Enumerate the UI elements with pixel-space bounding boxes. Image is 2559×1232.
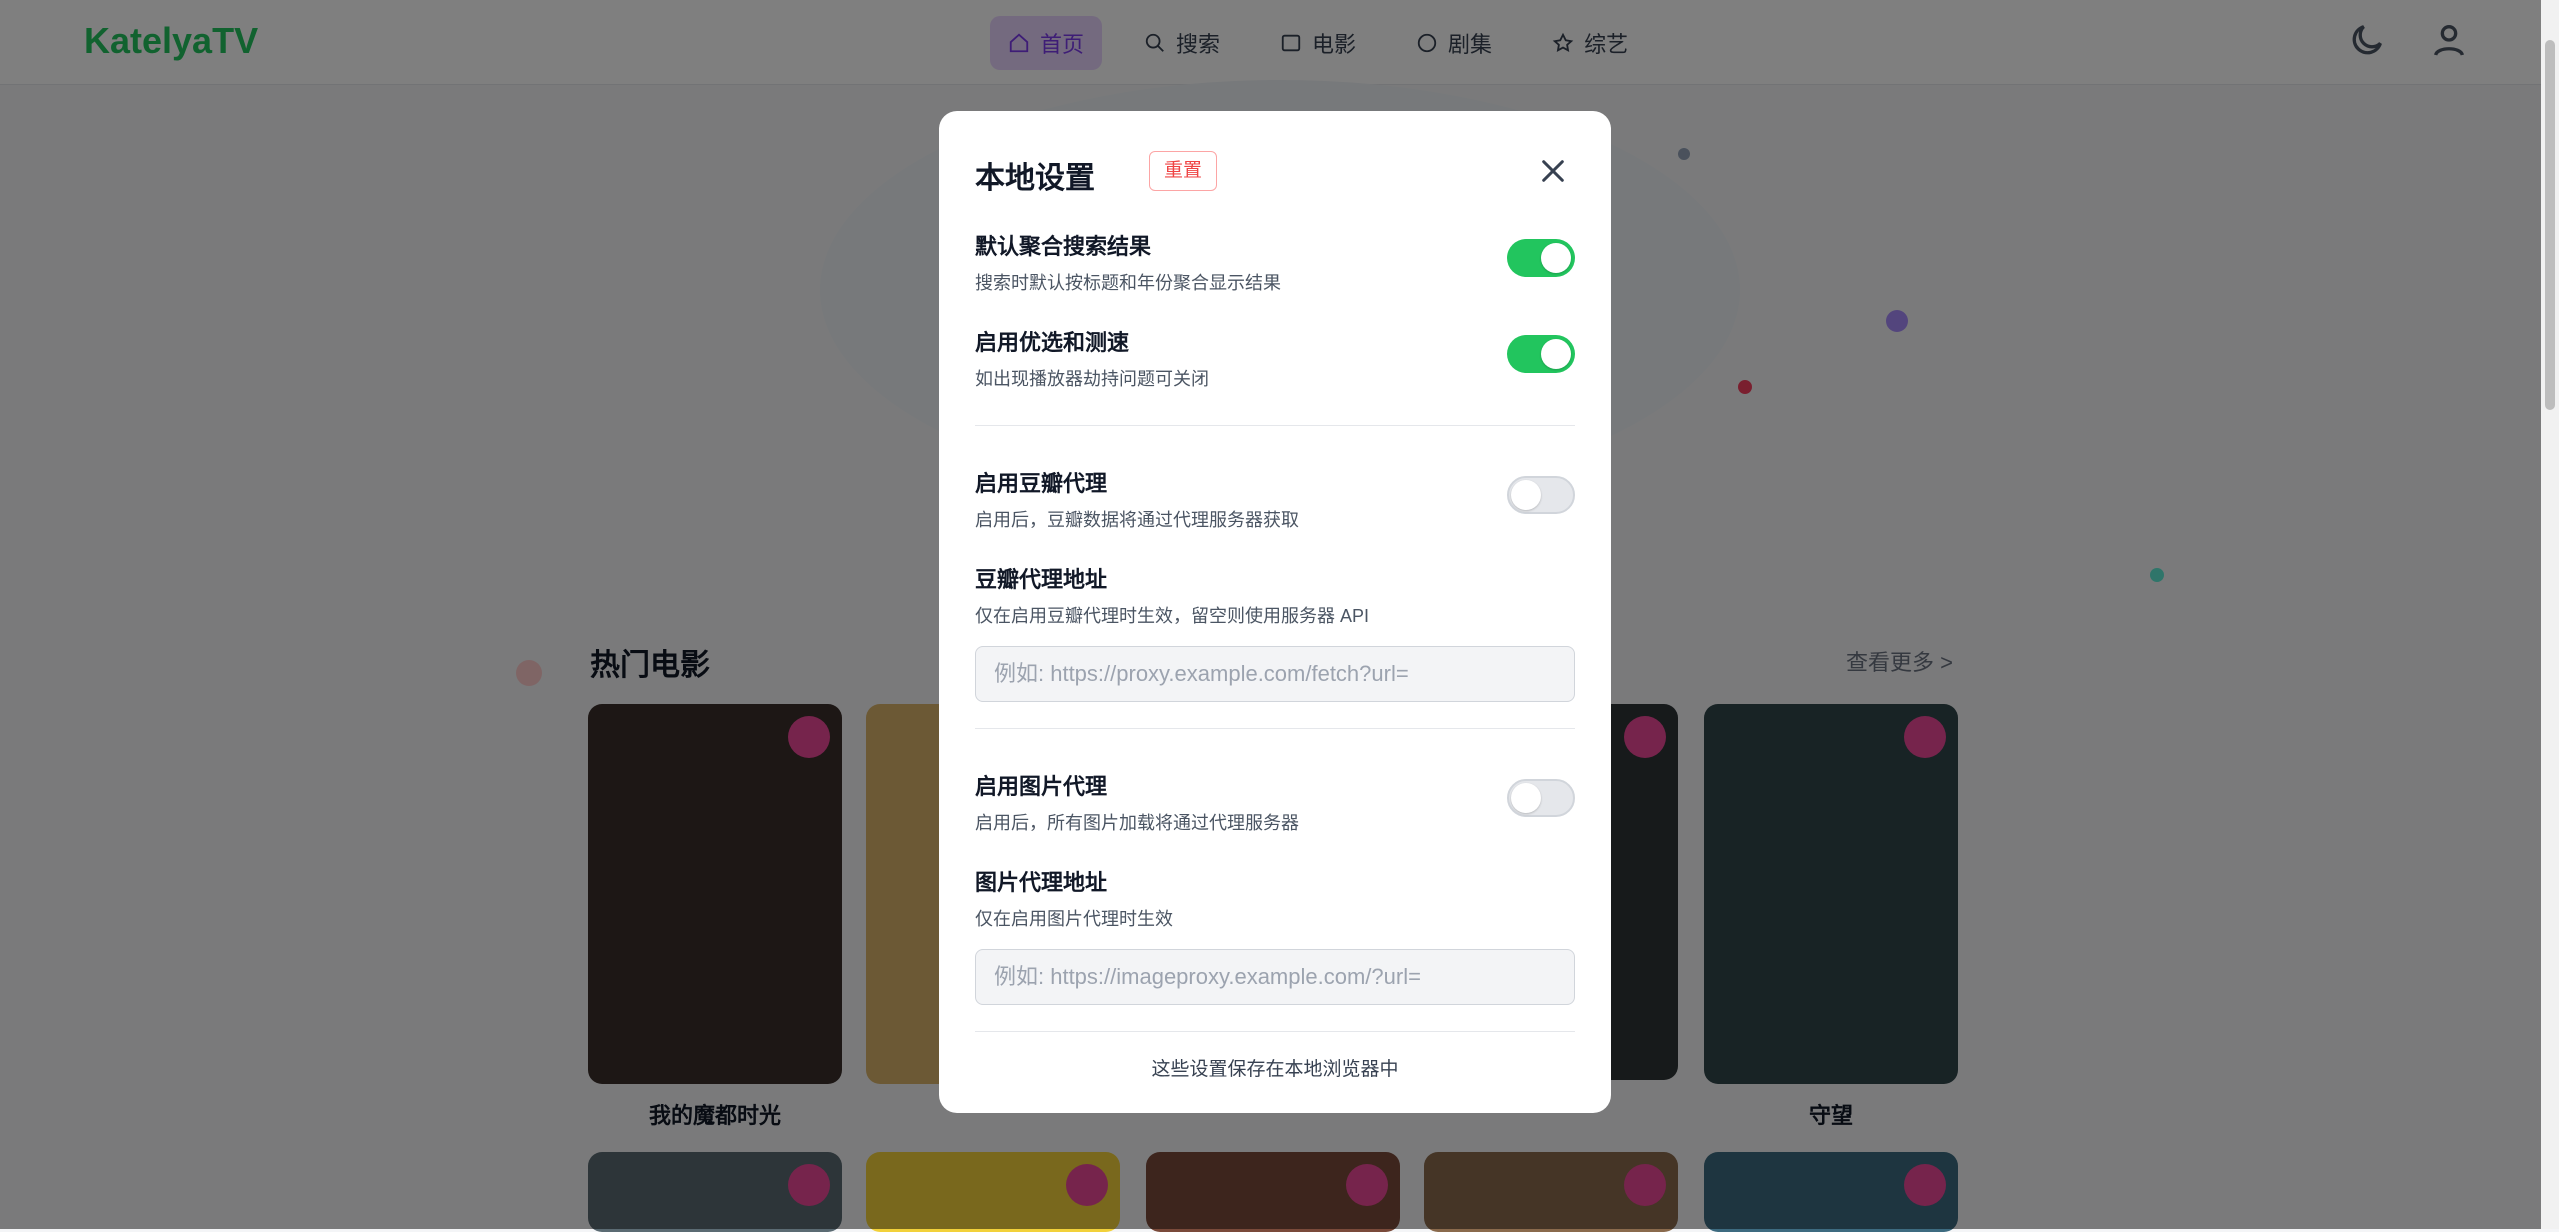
scrollbar-thumb[interactable] — [2545, 40, 2555, 410]
setting-douban-proxy-url: 豆瓣代理地址 仅在启用豆瓣代理时生效，留空则使用服务器 API — [975, 562, 1575, 728]
local-settings-modal: 本地设置 重置 默认聚合搜索结果 搜索时默认按标题和年份聚合显示结果 启用优选和… — [939, 111, 1611, 1113]
page-scrollbar[interactable] — [2541, 0, 2559, 1229]
setting-optimize-speedtest: 启用优选和测速 如出现播放器劫持问题可关闭 — [975, 325, 1575, 421]
setting-label: 图片代理地址 — [975, 870, 1108, 895]
setting-description: 仅在启用图片代理时生效 — [975, 909, 1173, 929]
modal-footer-note: 这些设置保存在本地浏览器中 — [1151, 1059, 1399, 1080]
setting-image-proxy-url: 图片代理地址 仅在启用图片代理时生效 — [975, 865, 1575, 1031]
toggle-knob — [1541, 339, 1571, 369]
modal-header: 本地设置 重置 — [975, 111, 1575, 229]
close-icon[interactable] — [1537, 155, 1569, 187]
toggle-knob — [1511, 783, 1541, 813]
douban-proxy-toggle[interactable] — [1507, 476, 1575, 514]
setting-label: 启用图片代理 — [975, 774, 1108, 799]
toggle-knob — [1511, 480, 1541, 510]
image-proxy-url-input[interactable] — [975, 949, 1575, 1005]
setting-label: 启用豆瓣代理 — [975, 471, 1108, 496]
divider — [975, 1031, 1575, 1032]
setting-description: 搜索时默认按标题和年份聚合显示结果 — [975, 273, 1281, 293]
setting-description: 如出现播放器劫持问题可关闭 — [975, 369, 1209, 389]
aggregate-search-toggle[interactable] — [1507, 239, 1575, 277]
setting-aggregate-search: 默认聚合搜索结果 搜索时默认按标题和年份聚合显示结果 — [975, 229, 1575, 325]
setting-description: 仅在启用豆瓣代理时生效，留空则使用服务器 API — [975, 606, 1370, 626]
image-proxy-toggle[interactable] — [1507, 779, 1575, 817]
setting-label: 启用优选和测速 — [975, 330, 1130, 355]
divider — [975, 425, 1575, 426]
reset-button[interactable]: 重置 — [1149, 151, 1218, 191]
setting-label: 豆瓣代理地址 — [975, 567, 1108, 592]
setting-description: 启用后，所有图片加载将通过代理服务器 — [975, 813, 1299, 833]
divider — [975, 728, 1575, 729]
setting-image-proxy: 启用图片代理 启用后，所有图片加载将通过代理服务器 — [975, 769, 1575, 865]
optimize-speedtest-toggle[interactable] — [1507, 335, 1575, 373]
modal-title: 本地设置 — [975, 162, 1095, 195]
douban-proxy-url-input[interactable] — [975, 646, 1575, 702]
setting-description: 启用后，豆瓣数据将通过代理服务器获取 — [975, 510, 1299, 530]
setting-douban-proxy: 启用豆瓣代理 启用后，豆瓣数据将通过代理服务器获取 — [975, 466, 1575, 562]
toggle-knob — [1541, 243, 1571, 273]
setting-label: 默认聚合搜索结果 — [975, 234, 1152, 259]
